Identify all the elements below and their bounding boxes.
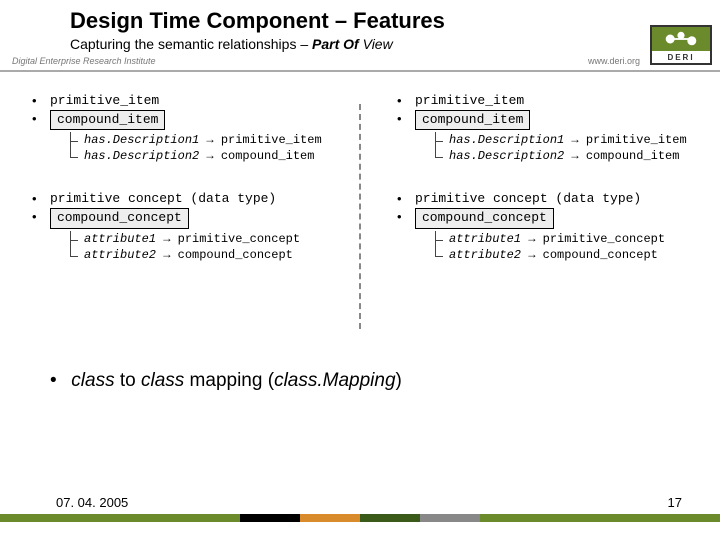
mapping-to: to bbox=[115, 370, 141, 391]
arrow-icon: → bbox=[163, 232, 170, 246]
deri-logo: DERI bbox=[650, 25, 712, 65]
subtitle-prefix: Capturing the semantic relationships – bbox=[70, 36, 312, 52]
stripe-green bbox=[0, 514, 240, 522]
tree-line: has.Description2 → compound_item bbox=[70, 148, 337, 164]
block-concepts-right: primitive concept (data type) compound_c… bbox=[397, 190, 702, 262]
list-item: compound_item has.Description1 → primiti… bbox=[397, 110, 702, 165]
footer-stripe bbox=[0, 514, 720, 522]
stripe-seg bbox=[420, 514, 480, 522]
divider bbox=[0, 70, 720, 72]
attr-target: compound_item bbox=[586, 149, 680, 163]
arrow-icon: → bbox=[206, 133, 213, 147]
stripe-green bbox=[480, 514, 720, 522]
arrow-icon: → bbox=[528, 232, 535, 246]
primitive-concept-label: primitive concept (data type) bbox=[415, 191, 641, 206]
compound-item-box: compound_item bbox=[415, 110, 530, 131]
tree-line: has.Description1 → primitive_item bbox=[70, 132, 337, 148]
subtitle-partof: Part Of bbox=[312, 36, 359, 52]
stripe-seg bbox=[360, 514, 420, 522]
tree-line: attribute2 → compound_concept bbox=[70, 247, 337, 263]
attr-name: has.Description2 bbox=[84, 149, 199, 163]
left-column: primitive_item compound_item has.Descrip… bbox=[0, 92, 355, 412]
subtitle-suffix: View bbox=[359, 36, 393, 52]
mapping-bullet: • class to class mapping (class.Mapping) bbox=[50, 370, 402, 392]
arrow-icon: → bbox=[571, 149, 578, 163]
arrow-icon: → bbox=[571, 133, 578, 147]
block-items-right: primitive_item compound_item has.Descrip… bbox=[397, 92, 702, 164]
compound-concept-box: compound_concept bbox=[50, 208, 189, 229]
primitive-item-label: primitive_item bbox=[415, 93, 524, 108]
attr-target: compound_item bbox=[221, 149, 315, 163]
slide-title: Design Time Component – Features bbox=[70, 8, 700, 34]
tree-line: attribute2 → compound_concept bbox=[435, 247, 702, 263]
arrow-icon: → bbox=[163, 248, 170, 262]
mapping-class-b: class bbox=[141, 370, 184, 391]
attr-name: attribute1 bbox=[449, 232, 521, 246]
bullet-icon: • bbox=[50, 370, 66, 392]
vertical-divider bbox=[359, 104, 361, 329]
list-item: compound_item has.Description1 → primiti… bbox=[32, 110, 337, 165]
site-url: www.deri.org bbox=[588, 56, 650, 66]
content: primitive_item compound_item has.Descrip… bbox=[0, 92, 720, 412]
footer: 07. 04. 2005 17 bbox=[0, 482, 720, 522]
block-concepts-left: primitive concept (data type) compound_c… bbox=[32, 190, 337, 262]
footer-date: 07. 04. 2005 bbox=[56, 495, 128, 510]
tree-line: has.Description1 → primitive_item bbox=[435, 132, 702, 148]
list-item: primitive_item bbox=[397, 92, 702, 110]
primitive-concept-label: primitive concept (data type) bbox=[50, 191, 276, 206]
tree-line: has.Description2 → compound_item bbox=[435, 148, 702, 164]
stripe-seg bbox=[240, 514, 300, 522]
institute-name: Digital Enterprise Research Institute bbox=[0, 56, 588, 66]
list-item: compound_concept attribute1 → primitive_… bbox=[397, 208, 702, 263]
mapping-word: mapping ( bbox=[184, 370, 274, 391]
tree: attribute1 → primitive_concept attribute… bbox=[70, 231, 337, 263]
page-number: 17 bbox=[668, 495, 682, 510]
attr-name: attribute1 bbox=[84, 232, 156, 246]
attr-name: attribute2 bbox=[449, 248, 521, 262]
compound-concept-box: compound_concept bbox=[415, 208, 554, 229]
attr-target: primitive_item bbox=[221, 133, 322, 147]
tree: has.Description1 → primitive_item has.De… bbox=[435, 132, 702, 164]
subtitle-bold-text: Part Of bbox=[312, 36, 359, 52]
list-item: primitive_item bbox=[32, 92, 337, 110]
tree: attribute1 → primitive_concept attribute… bbox=[435, 231, 702, 263]
header: Design Time Component – Features Capturi… bbox=[0, 0, 720, 54]
primitive-item-label: primitive_item bbox=[50, 93, 159, 108]
attr-target: primitive_item bbox=[586, 133, 687, 147]
attr-name: has.Description1 bbox=[84, 133, 199, 147]
right-column: primitive_item compound_item has.Descrip… bbox=[365, 92, 720, 412]
stripe-seg bbox=[300, 514, 360, 522]
tree-line: attribute1 → primitive_concept bbox=[435, 231, 702, 247]
tree-line: attribute1 → primitive_concept bbox=[70, 231, 337, 247]
attr-name: has.Description2 bbox=[449, 149, 564, 163]
mapping-close: ) bbox=[396, 370, 402, 391]
arrow-icon: → bbox=[528, 248, 535, 262]
list-item: primitive concept (data type) bbox=[32, 190, 337, 208]
slide-subtitle: Capturing the semantic relationships – P… bbox=[70, 36, 700, 52]
arrow-icon: → bbox=[206, 149, 213, 163]
attr-name: has.Description1 bbox=[449, 133, 564, 147]
topbar: Digital Enterprise Research Institute ww… bbox=[0, 52, 720, 70]
block-items-left: primitive_item compound_item has.Descrip… bbox=[32, 92, 337, 164]
compound-item-box: compound_item bbox=[50, 110, 165, 131]
attr-target: compound_concept bbox=[543, 248, 658, 262]
list-item: primitive concept (data type) bbox=[397, 190, 702, 208]
attr-target: primitive_concept bbox=[178, 232, 300, 246]
mapping-term: class.Mapping bbox=[274, 370, 395, 391]
tree: has.Description1 → primitive_item has.De… bbox=[70, 132, 337, 164]
attr-target: compound_concept bbox=[178, 248, 293, 262]
logo-text: DERI bbox=[652, 51, 710, 63]
logo-graphic bbox=[652, 27, 710, 51]
attr-target: primitive_concept bbox=[543, 232, 665, 246]
slide: Design Time Component – Features Capturi… bbox=[0, 0, 720, 540]
mapping-class-a: class bbox=[71, 370, 114, 391]
attr-name: attribute2 bbox=[84, 248, 156, 262]
list-item: compound_concept attribute1 → primitive_… bbox=[32, 208, 337, 263]
